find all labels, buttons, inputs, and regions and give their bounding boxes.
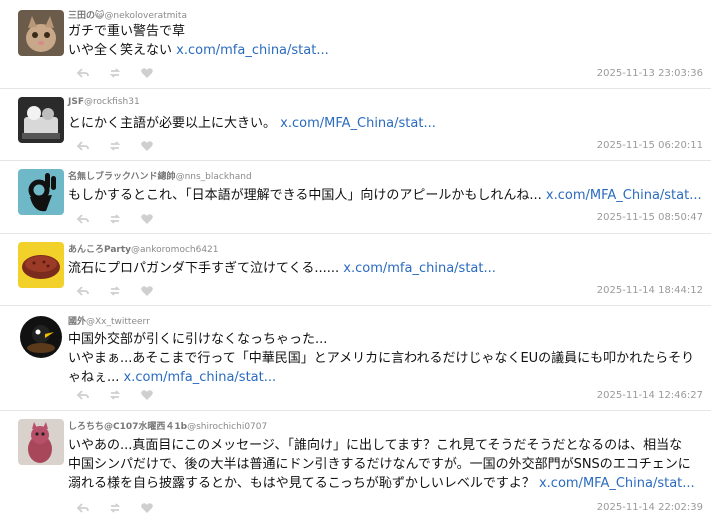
heart-icon[interactable]	[140, 388, 154, 402]
user-handle[interactable]: @nekoloveratmita	[104, 11, 187, 21]
display-name[interactable]: 三田の😺	[68, 11, 104, 21]
post-item: 國外@Xx_twitteerr 中国外交部が引くに引けなくなっちゃった... い…	[0, 306, 711, 411]
retweet-icon[interactable]	[108, 139, 122, 153]
post-item: しろちち@C107水曜西４1b@shirochichi0707 いやあの...真…	[0, 411, 711, 521]
post-actions	[76, 388, 156, 402]
user-handle[interactable]: @nns_blackhand	[176, 172, 252, 182]
post-text: とにかく主語が必要以上に大きい。 x.com/MFA_China/stat...	[68, 114, 703, 133]
post-meta: しろちち@C107水曜西４1b@shirochichi0707	[68, 419, 267, 432]
post-line: いやまぁ...あそこまで行って「中華民国」とアメリカに言われるだけじゃなくEUの…	[68, 351, 695, 366]
post-item: あんころParty@ankoromoch6421 流石にプロパガンダ下手すぎて泣…	[0, 234, 711, 306]
post-line: 流石にプロパガンダ下手すぎて泣けてくる......	[68, 261, 344, 276]
post-item: 名無しブラックハンド總帥@nns_blackhand もしかするとこれ、「日本語…	[0, 161, 711, 234]
post-text: 流石にプロパガンダ下手すぎて泣けてくる...... x.com/mfa_chin…	[68, 259, 703, 278]
post-line: もしかするとこれ、「日本語が理解できる中国人」向けのアピールかもしれんね...	[68, 188, 546, 203]
post-actions	[76, 66, 156, 80]
post-line: 中国外交部が引くに引けなくなっちゃった...	[68, 332, 328, 347]
post-line: 中国シンパだけで、後の大半は普通にドン引きするだけなんですが。一国の外交部門がS…	[68, 457, 691, 472]
user-handle[interactable]: @Xx_twitteerr	[86, 317, 150, 327]
post-line-with-link: いや全く笑えない x.com/mfa_china/stat...	[68, 41, 703, 60]
retweet-icon[interactable]	[108, 284, 122, 298]
heart-icon[interactable]	[140, 501, 154, 515]
post-meta: JSF@rockfish31	[68, 97, 140, 107]
post-text: ガチで重い警告で草 いや全く笑えない x.com/mfa_china/stat.…	[68, 22, 703, 60]
timestamp[interactable]: 2025-11-14 22:02:39	[597, 502, 703, 513]
avatar[interactable]	[18, 10, 64, 56]
avatar[interactable]	[18, 97, 64, 143]
user-handle[interactable]: @ankoromoch6421	[131, 245, 218, 255]
post-text: 中国外交部が引くに引けなくなっちゃった... いやまぁ...あそこまで行って「中…	[68, 330, 703, 387]
reply-icon[interactable]	[76, 139, 90, 153]
retweet-icon[interactable]	[108, 388, 122, 402]
plush-photo-avatar	[18, 419, 64, 465]
post-line: ゃねぇ...	[68, 370, 124, 385]
reply-icon[interactable]	[76, 66, 90, 80]
timestamp[interactable]: 2025-11-15 06:20:11	[597, 140, 703, 151]
post-feed: 三田の😺@nekoloveratmita ガチで重い警告で草 いや全く笑えない …	[0, 0, 711, 521]
reply-icon[interactable]	[76, 284, 90, 298]
bird-icon-avatar	[18, 314, 64, 360]
timestamp[interactable]: 2025-11-13 23:03:36	[597, 68, 703, 79]
post-meta: 三田の😺@nekoloveratmita	[68, 8, 187, 21]
post-line-with-link: 流石にプロパガンダ下手すぎて泣けてくる...... x.com/mfa_chin…	[68, 259, 703, 278]
figure-photo-avatar	[18, 97, 64, 143]
post-link[interactable]: x.com/MFA_China/stat...	[280, 116, 436, 131]
heart-icon[interactable]	[140, 139, 154, 153]
avatar[interactable]	[18, 314, 64, 360]
post-line-with-link: 溺れる様を自ら披露するとか、もはや見てるこっちが恥ずかしいレベルですよ？ x.c…	[68, 474, 703, 493]
post-line: とにかく主語が必要以上に大きい。	[68, 116, 281, 131]
avatar[interactable]	[18, 419, 64, 465]
post-line: いやあの...真面目にこのメッセージ、「誰向け」に出してます？これ見てそうだそう…	[68, 438, 683, 453]
heart-icon[interactable]	[140, 212, 154, 226]
post-item: JSF@rockfish31 とにかく主語が必要以上に大きい。 x.com/MF…	[0, 89, 711, 161]
timestamp[interactable]: 2025-11-15 08:50:47	[597, 212, 703, 223]
user-handle[interactable]: @rockfish31	[84, 97, 140, 107]
post-line: いや全く笑えない	[68, 43, 177, 58]
post-text: いやあの...真面目にこのメッセージ、「誰向け」に出してます？これ見てそうだそう…	[68, 436, 703, 493]
post-line-with-link: もしかするとこれ、「日本語が理解できる中国人」向けのアピールかもしれんね... …	[68, 186, 703, 205]
timestamp[interactable]: 2025-11-14 12:46:27	[597, 390, 703, 401]
display-name[interactable]: しろちち@C107水曜西４1b	[68, 422, 187, 432]
display-name[interactable]: 名無しブラックハンド總帥	[68, 172, 176, 182]
user-handle[interactable]: @shirochichi0707	[187, 422, 267, 432]
retweet-icon[interactable]	[108, 66, 122, 80]
post-actions	[76, 284, 156, 298]
display-name[interactable]: あんころParty	[68, 245, 131, 255]
post-meta: 名無しブラックハンド總帥@nns_blackhand	[68, 169, 252, 182]
post-actions	[76, 212, 156, 226]
avatar[interactable]	[18, 169, 64, 215]
post-link[interactable]: x.com/mfa_china/stat...	[176, 43, 329, 58]
timestamp[interactable]: 2025-11-14 18:44:12	[597, 285, 703, 296]
post-link[interactable]: x.com/MFA_China/stat...	[539, 476, 695, 491]
display-name[interactable]: 國外	[68, 317, 86, 327]
post-meta: 國外@Xx_twitteerr	[68, 314, 150, 327]
post-line-with-link: とにかく主語が必要以上に大きい。 x.com/MFA_China/stat...	[68, 114, 703, 133]
post-item: 三田の😺@nekoloveratmita ガチで重い警告で草 いや全く笑えない …	[0, 0, 711, 89]
post-line-with-link: ゃねぇ... x.com/mfa_china/stat...	[68, 368, 703, 387]
post-actions	[76, 139, 156, 153]
cat-photo-avatar	[18, 10, 64, 56]
display-name[interactable]: JSF	[68, 97, 84, 107]
post-actions	[76, 501, 156, 515]
reply-icon[interactable]	[76, 212, 90, 226]
retweet-icon[interactable]	[108, 501, 122, 515]
avatar[interactable]	[18, 242, 64, 288]
post-link[interactable]: x.com/MFA_China/stat...	[546, 188, 702, 203]
reply-icon[interactable]	[76, 388, 90, 402]
reply-icon[interactable]	[76, 501, 90, 515]
post-meta: あんころParty@ankoromoch6421	[68, 242, 219, 255]
post-line: ガチで重い警告で草	[68, 24, 186, 39]
heart-icon[interactable]	[140, 284, 154, 298]
post-link[interactable]: x.com/mfa_china/stat...	[124, 370, 277, 385]
ok-hand-avatar	[18, 169, 64, 215]
post-link[interactable]: x.com/mfa_china/stat...	[343, 261, 496, 276]
post-line: 溺れる様を自ら披露するとか、もはや見てるこっちが恥ずかしいレベルですよ？	[68, 476, 539, 491]
post-text: もしかするとこれ、「日本語が理解できる中国人」向けのアピールかもしれんね... …	[68, 186, 703, 205]
heart-icon[interactable]	[140, 66, 154, 80]
ohagi-avatar	[18, 242, 64, 288]
retweet-icon[interactable]	[108, 212, 122, 226]
